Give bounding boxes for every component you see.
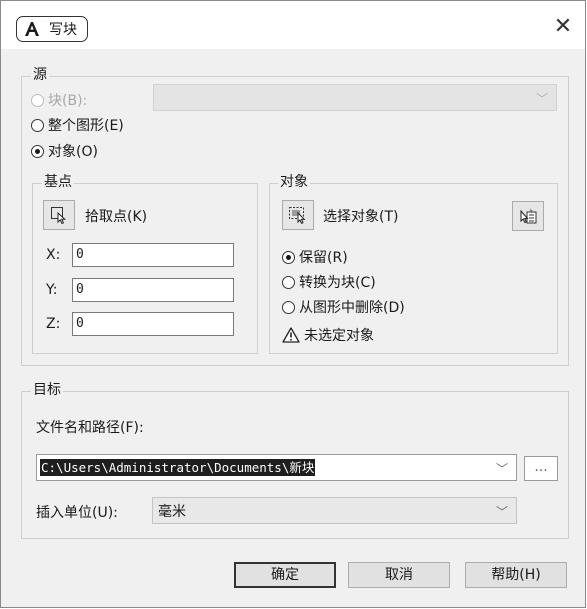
block-radio-label: 块(B): (48, 93, 88, 109)
close-button[interactable]: ✕ (548, 12, 578, 42)
objects-radio[interactable] (31, 144, 44, 158)
select-objects-label: 选择对象(T) (323, 209, 399, 225)
block-radio[interactable] (31, 93, 44, 107)
convert-to-block-radio-label: 转换为块(C) (299, 275, 376, 291)
objects-radio-label: 对象(O) (48, 144, 98, 160)
warning-icon (282, 327, 300, 343)
ok-button[interactable]: 确定 (234, 562, 336, 588)
help-button[interactable]: 帮助(H) (465, 562, 567, 588)
z-label: Z: (46, 316, 61, 332)
browse-button[interactable]: ... (524, 456, 558, 481)
delete-from-drawing-radio[interactable] (282, 300, 295, 314)
file-path-combo[interactable]: C:\Users\Administrator\Documents\新块 ﹀ (36, 454, 517, 481)
retain-radio-row[interactable]: 保留(R) (282, 247, 348, 267)
title-bar (1, 1, 585, 49)
retain-radio-label: 保留(R) (299, 250, 348, 266)
objects-radio-row[interactable]: 对象(O) (31, 141, 98, 161)
retain-radio[interactable] (282, 250, 295, 264)
quick-select-button[interactable] (512, 201, 544, 231)
chevron-down-icon[interactable]: ﹀ (496, 460, 508, 477)
convert-to-block-radio-row[interactable]: 转换为块(C) (282, 272, 376, 292)
x-coordinate-field[interactable]: 0 (72, 243, 234, 267)
cancel-button[interactable]: 取消 (348, 562, 450, 588)
base-point-group-label: 基点 (42, 174, 74, 190)
whole-drawing-radio[interactable] (31, 118, 44, 132)
no-objects-warning: 未选定对象 (282, 325, 374, 345)
z-coordinate-field[interactable]: 0 (72, 312, 234, 336)
select-objects-icon (289, 207, 306, 224)
autocad-a-icon (25, 22, 39, 36)
delete-from-drawing-radio-label: 从图形中删除(D) (299, 300, 405, 316)
pick-point-icon (51, 207, 67, 224)
title-badge: 写块 (16, 16, 88, 42)
pick-point-label: 拾取点(K) (85, 209, 148, 225)
delete-from-drawing-radio-row[interactable]: 从图形中删除(D) (282, 297, 405, 317)
insert-units-label: 插入单位(U): (36, 505, 118, 521)
whole-drawing-radio-row[interactable]: 整个图形(E) (31, 115, 124, 135)
pick-point-button[interactable] (43, 200, 75, 230)
x-label: X: (46, 247, 61, 263)
source-group-label: 源 (31, 67, 49, 83)
chevron-down-icon[interactable]: ﹀ (496, 503, 508, 520)
whole-drawing-radio-label: 整个图形(E) (48, 118, 124, 134)
file-path-label: 文件名和路径(F): (36, 420, 144, 436)
quick-select-icon (520, 208, 537, 224)
insert-units-combo[interactable]: 毫米 ﹀ (152, 497, 517, 524)
objects-group-label: 对象 (278, 174, 310, 190)
insert-units-value: 毫米 (158, 504, 186, 520)
file-path-value[interactable]: C:\Users\Administrator\Documents\新块 (40, 459, 316, 476)
window-title: 写块 (49, 22, 77, 38)
convert-to-block-radio[interactable] (282, 275, 295, 289)
chevron-down-icon: ﹀ (535, 92, 548, 106)
destination-group-label: 目标 (31, 382, 63, 398)
y-coordinate-field[interactable]: 0 (72, 278, 234, 302)
y-label: Y: (46, 282, 58, 298)
block-radio-row[interactable]: 块(B): (31, 90, 87, 110)
warning-text: 未选定对象 (304, 328, 374, 344)
select-objects-button[interactable] (282, 200, 314, 230)
block-name-combo: ﹀ (153, 84, 557, 111)
